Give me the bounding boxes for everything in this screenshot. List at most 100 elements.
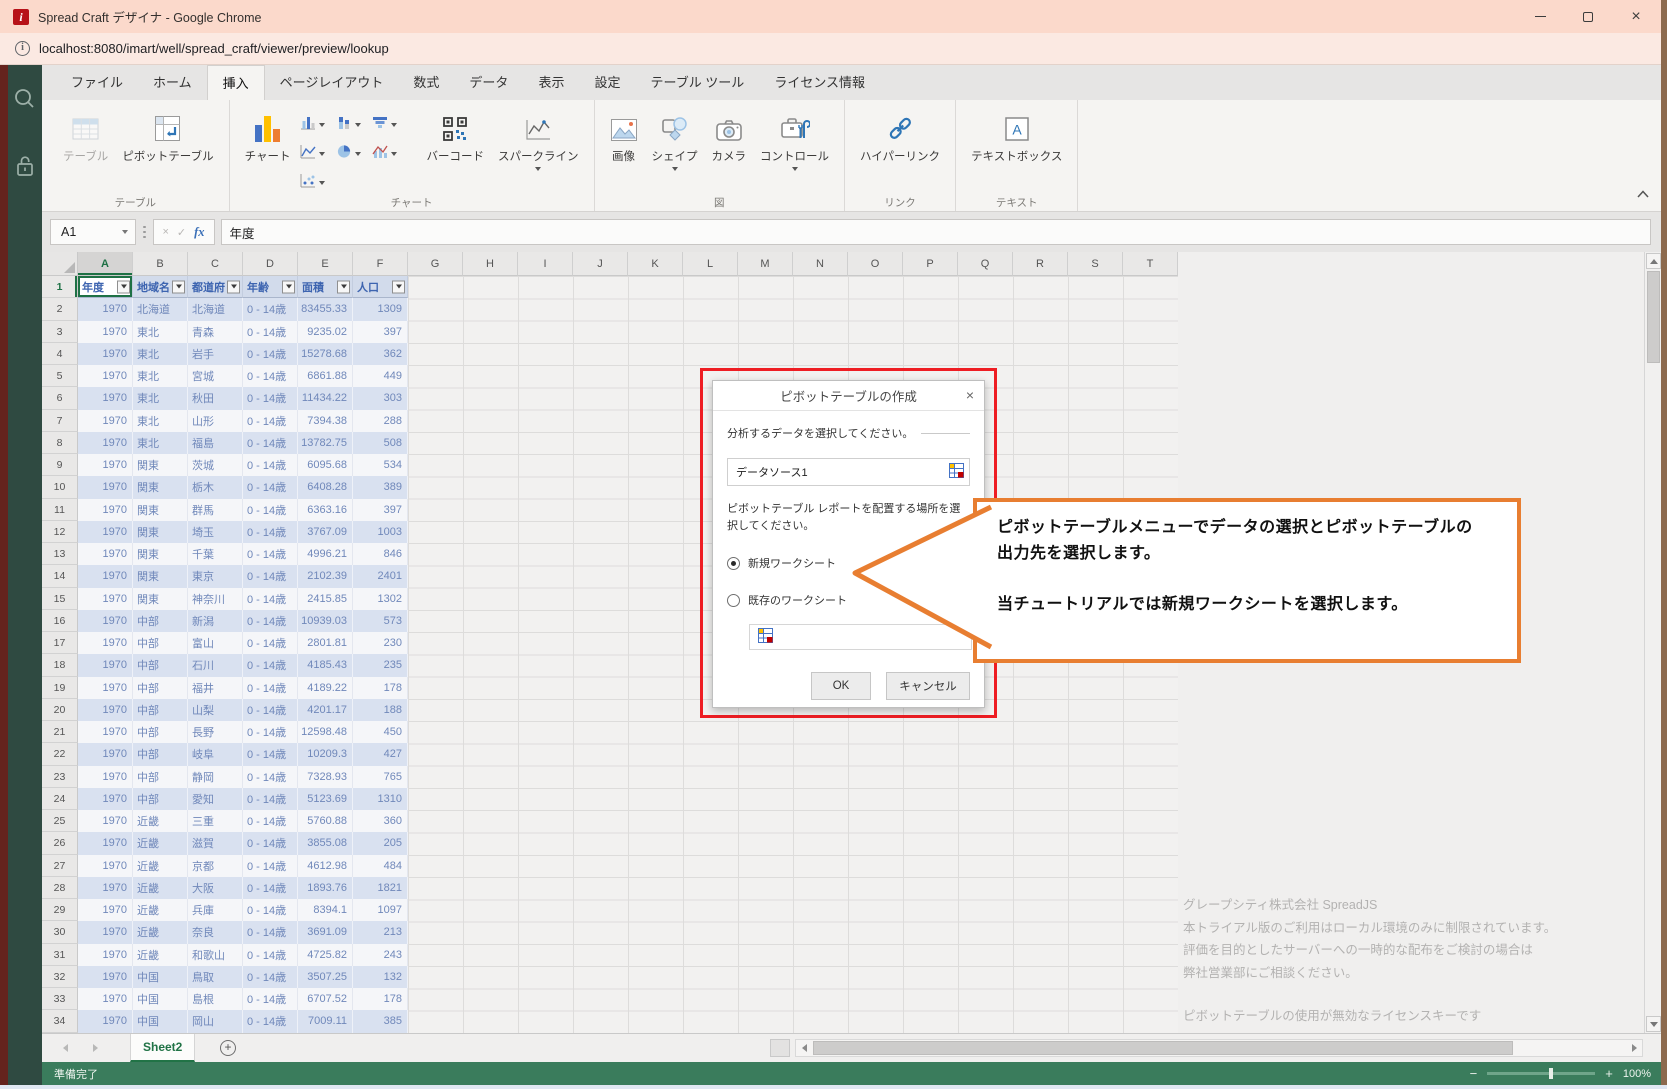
filter-dropdown-icon[interactable] <box>392 280 405 293</box>
column-header-K[interactable]: K <box>628 252 683 276</box>
table-cell[interactable]: 奈良 <box>188 921 243 943</box>
column-header-Q[interactable]: Q <box>958 252 1013 276</box>
table-cell[interactable]: 765 <box>353 766 408 788</box>
table-cell[interactable]: 中部 <box>133 788 188 810</box>
table-cell[interactable]: 東北 <box>133 321 188 343</box>
table-cell[interactable]: 6095.68 <box>298 454 353 476</box>
table-cell[interactable]: 0 - 14歳 <box>243 1010 298 1032</box>
table-cell[interactable]: 427 <box>353 743 408 765</box>
table-cell[interactable]: 5760.88 <box>298 810 353 832</box>
table-cell[interactable]: 近畿 <box>133 899 188 921</box>
table-cell[interactable]: 178 <box>353 677 408 699</box>
table-header-cell-都道府[interactable]: 都道府 <box>188 276 243 298</box>
table-cell[interactable]: 1970 <box>78 921 133 943</box>
row-header-3[interactable]: 3 <box>42 321 78 343</box>
ribbon-collapse-icon[interactable] <box>1637 185 1649 203</box>
dropdown-icon[interactable] <box>319 181 325 185</box>
table-cell[interactable]: 新潟 <box>188 610 243 632</box>
table-cell[interactable]: 東北 <box>133 410 188 432</box>
add-sheet-icon[interactable]: + <box>220 1040 236 1056</box>
zoom-slider-thumb[interactable] <box>1549 1068 1553 1079</box>
table-cell[interactable]: 1970 <box>78 677 133 699</box>
table-cell[interactable]: 449 <box>353 365 408 387</box>
minimize-button[interactable] <box>1529 6 1551 28</box>
table-cell[interactable]: 福島 <box>188 432 243 454</box>
table-cell[interactable]: 1970 <box>78 766 133 788</box>
row-header-6[interactable]: 6 <box>42 387 78 409</box>
filter-dropdown-icon[interactable] <box>117 280 130 293</box>
table-cell[interactable]: 山形 <box>188 410 243 432</box>
table-cell[interactable]: 397 <box>353 499 408 521</box>
table-cell[interactable]: 0 - 14歳 <box>243 343 298 365</box>
table-cell[interactable]: 中部 <box>133 632 188 654</box>
table-cell[interactable]: 1003 <box>353 521 408 543</box>
vertical-scrollbar[interactable] <box>1644 252 1661 1033</box>
zoom-slider[interactable] <box>1487 1072 1595 1075</box>
table-cell[interactable]: 石川 <box>188 654 243 676</box>
table-cell[interactable]: 中国 <box>133 988 188 1010</box>
column-header-J[interactable]: J <box>573 252 628 276</box>
column-header-R[interactable]: R <box>1013 252 1068 276</box>
table-cell[interactable]: 205 <box>353 832 408 854</box>
table-cell[interactable]: 13782.75 <box>298 432 353 454</box>
table-cell[interactable]: 関東 <box>133 588 188 610</box>
next-sheet-icon[interactable] <box>82 1034 108 1062</box>
row-header-32[interactable]: 32 <box>42 966 78 988</box>
table-cell[interactable]: 132 <box>353 966 408 988</box>
formula-bar-handle[interactable] <box>143 226 146 239</box>
row-header-24[interactable]: 24 <box>42 788 78 810</box>
table-cell[interactable]: 1970 <box>78 699 133 721</box>
table-cell[interactable]: 10209.3 <box>298 743 353 765</box>
tab-データ[interactable]: データ <box>454 65 523 100</box>
table-cell[interactable]: 関東 <box>133 499 188 521</box>
table-cell[interactable]: 2801.81 <box>298 632 353 654</box>
table-cell[interactable]: 群馬 <box>188 499 243 521</box>
column-header-H[interactable]: H <box>463 252 518 276</box>
control-button[interactable]: コントロール <box>753 106 836 173</box>
table-cell[interactable]: 0 - 14歳 <box>243 988 298 1010</box>
table-cell[interactable]: 1970 <box>78 632 133 654</box>
table-cell[interactable]: 0 - 14歳 <box>243 632 298 654</box>
formula-input[interactable]: 年度 <box>221 219 1652 245</box>
table-cell[interactable]: 0 - 14歳 <box>243 387 298 409</box>
table-cell[interactable]: 1970 <box>78 810 133 832</box>
filter-dropdown-icon[interactable] <box>337 280 350 293</box>
table-cell[interactable]: 中国 <box>133 1010 188 1032</box>
table-cell[interactable]: 岡山 <box>188 1010 243 1032</box>
table-cell[interactable]: 484 <box>353 855 408 877</box>
table-cell[interactable]: 6707.52 <box>298 988 353 1010</box>
table-cell[interactable]: 0 - 14歳 <box>243 966 298 988</box>
table-cell[interactable]: 1097 <box>353 899 408 921</box>
tab-ホーム[interactable]: ホーム <box>138 65 207 100</box>
table-cell[interactable]: 0 - 14歳 <box>243 521 298 543</box>
table-cell[interactable]: 東北 <box>133 343 188 365</box>
table-cell[interactable]: 5123.69 <box>298 788 353 810</box>
table-cell[interactable]: 4996.21 <box>298 543 353 565</box>
table-cell[interactable]: 0 - 14歳 <box>243 476 298 498</box>
data-source-input[interactable]: データソース1 <box>727 458 970 486</box>
info-icon[interactable]: i <box>15 41 30 56</box>
name-box[interactable]: A1 <box>50 219 136 245</box>
table-header-cell-人口[interactable]: 人口 <box>353 276 408 298</box>
table-cell[interactable]: 中部 <box>133 766 188 788</box>
scroll-up-icon[interactable] <box>1646 253 1661 269</box>
combo-chart-button[interactable] <box>372 139 408 168</box>
table-cell[interactable]: 0 - 14歳 <box>243 699 298 721</box>
table-cell[interactable]: 中部 <box>133 699 188 721</box>
tab-ページレイアウト[interactable]: ページレイアウト <box>265 65 399 100</box>
table-cell[interactable]: 450 <box>353 721 408 743</box>
table-cell[interactable]: 鳥取 <box>188 966 243 988</box>
table-cell[interactable]: 近畿 <box>133 832 188 854</box>
table-cell[interactable]: 83455.33 <box>298 298 353 320</box>
table-cell[interactable]: 303 <box>353 387 408 409</box>
table-cell[interactable]: 0 - 14歳 <box>243 365 298 387</box>
table-cell[interactable]: 秋田 <box>188 387 243 409</box>
table-cell[interactable]: 1309 <box>353 298 408 320</box>
table-cell[interactable]: 0 - 14歳 <box>243 588 298 610</box>
table-cell[interactable]: 508 <box>353 432 408 454</box>
row-header-25[interactable]: 25 <box>42 810 78 832</box>
table-cell[interactable]: 0 - 14歳 <box>243 921 298 943</box>
row-header-28[interactable]: 28 <box>42 877 78 899</box>
table-cell[interactable]: 7394.38 <box>298 410 353 432</box>
area-chart-button[interactable] <box>300 139 336 168</box>
